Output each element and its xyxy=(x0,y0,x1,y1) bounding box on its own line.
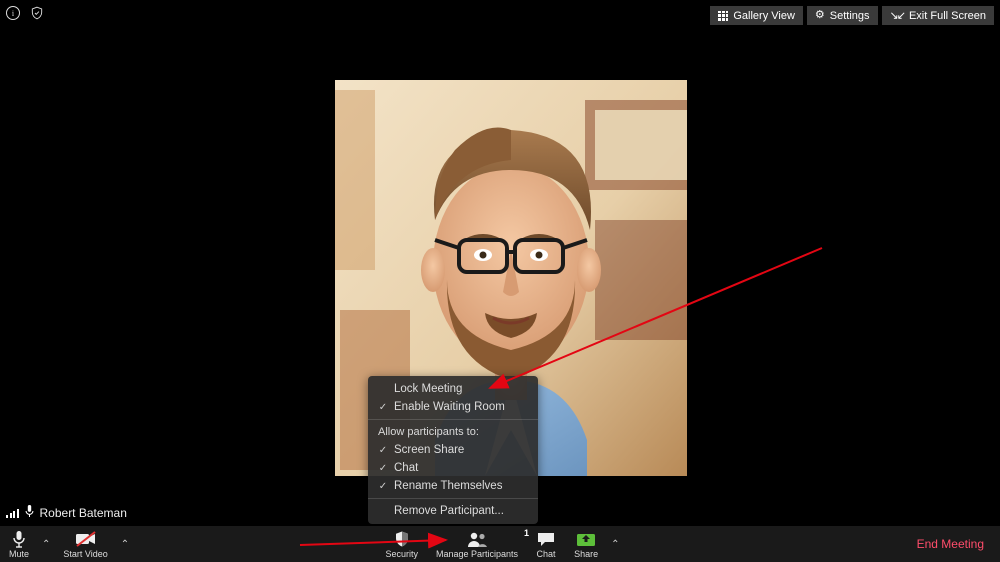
gallery-view-label: Gallery View xyxy=(733,10,795,22)
info-icon[interactable]: i xyxy=(6,6,20,20)
share-screen-icon xyxy=(576,530,596,548)
settings-label: Settings xyxy=(830,10,870,22)
share-label: Share xyxy=(574,549,598,559)
video-options-chevron[interactable]: ⌃ xyxy=(117,526,133,562)
camera-off-icon xyxy=(75,530,97,548)
top-left-icons: i xyxy=(6,6,44,20)
gear-icon: ⚙ xyxy=(815,10,825,21)
screen-share-label: Screen Share xyxy=(394,444,464,456)
toolbar-left-group: Mute ⌃ Start Video ⌃ xyxy=(0,526,133,562)
grid-icon xyxy=(718,11,728,21)
toolbar-center-group: Security 1 Manage Participants Chat Shar… xyxy=(0,526,1000,562)
bottom-toolbar: Mute ⌃ Start Video ⌃ Security 1 Manage P… xyxy=(0,526,1000,562)
start-video-button[interactable]: Start Video xyxy=(54,526,116,562)
security-menu[interactable]: Lock Meeting ✓ Enable Waiting Room Allow… xyxy=(368,376,538,524)
enable-waiting-room-label: Enable Waiting Room xyxy=(394,401,505,413)
menu-item-rename[interactable]: ✓ Rename Themselves xyxy=(368,477,538,495)
participant-name: Robert Bateman xyxy=(40,506,127,520)
rename-label: Rename Themselves xyxy=(394,480,502,492)
signal-icon xyxy=(6,508,19,518)
end-meeting-button[interactable]: End Meeting xyxy=(911,537,990,551)
mute-label: Mute xyxy=(9,549,29,559)
lock-meeting-label: Lock Meeting xyxy=(394,383,462,395)
allow-participants-header: Allow participants to: xyxy=(368,423,538,441)
menu-item-remove-participant[interactable]: Remove Participant... xyxy=(368,502,538,520)
check-icon: ✓ xyxy=(378,402,388,413)
chat-icon xyxy=(536,530,556,548)
exit-fullscreen-icon: ↘↙ xyxy=(890,9,904,22)
check-icon: ✓ xyxy=(378,445,388,456)
participants-icon xyxy=(466,530,488,548)
menu-separator xyxy=(368,498,538,499)
menu-separator xyxy=(368,419,538,420)
check-icon: ✓ xyxy=(378,481,388,492)
mic-mini-icon xyxy=(25,505,34,520)
chat-label: Chat xyxy=(394,462,418,474)
menu-item-lock-meeting[interactable]: Lock Meeting xyxy=(368,380,538,398)
chat-button[interactable]: Chat xyxy=(527,526,565,562)
encryption-shield-icon[interactable] xyxy=(30,6,44,20)
manage-participants-button[interactable]: 1 Manage Participants xyxy=(427,526,527,562)
share-button[interactable]: Share xyxy=(565,526,607,562)
exit-fullscreen-button[interactable]: ↘↙ Exit Full Screen xyxy=(882,6,994,25)
top-right-buttons: Gallery View ⚙ Settings ↘↙ Exit Full Scr… xyxy=(710,6,994,25)
check-icon: ✓ xyxy=(378,463,388,474)
menu-item-enable-waiting-room[interactable]: ✓ Enable Waiting Room xyxy=(368,398,538,416)
check-icon xyxy=(378,384,388,395)
start-video-label: Start Video xyxy=(63,549,107,559)
exit-fullscreen-label: Exit Full Screen xyxy=(909,10,986,22)
top-bar: i Gallery View ⚙ Settings ↘↙ Exit Full S… xyxy=(0,0,1000,28)
manage-participants-label: Manage Participants xyxy=(436,549,518,559)
gallery-view-button[interactable]: Gallery View xyxy=(710,6,803,25)
security-button[interactable]: Security xyxy=(377,526,428,562)
toolbar-right-group: End Meeting xyxy=(911,526,990,562)
security-label: Security xyxy=(386,549,419,559)
shield-icon xyxy=(393,530,411,548)
settings-button[interactable]: ⚙ Settings xyxy=(807,6,878,25)
menu-item-chat[interactable]: ✓ Chat xyxy=(368,459,538,477)
microphone-icon xyxy=(12,530,26,548)
mute-button[interactable]: Mute xyxy=(0,526,38,562)
blank-icon xyxy=(378,506,388,517)
mute-options-chevron[interactable]: ⌃ xyxy=(38,526,54,562)
remove-participant-label: Remove Participant... xyxy=(394,505,504,517)
chat-label: Chat xyxy=(537,549,556,559)
menu-item-screen-share[interactable]: ✓ Screen Share xyxy=(368,441,538,459)
participant-name-row: Robert Bateman xyxy=(6,505,127,520)
share-options-chevron[interactable]: ⌃ xyxy=(607,526,623,562)
